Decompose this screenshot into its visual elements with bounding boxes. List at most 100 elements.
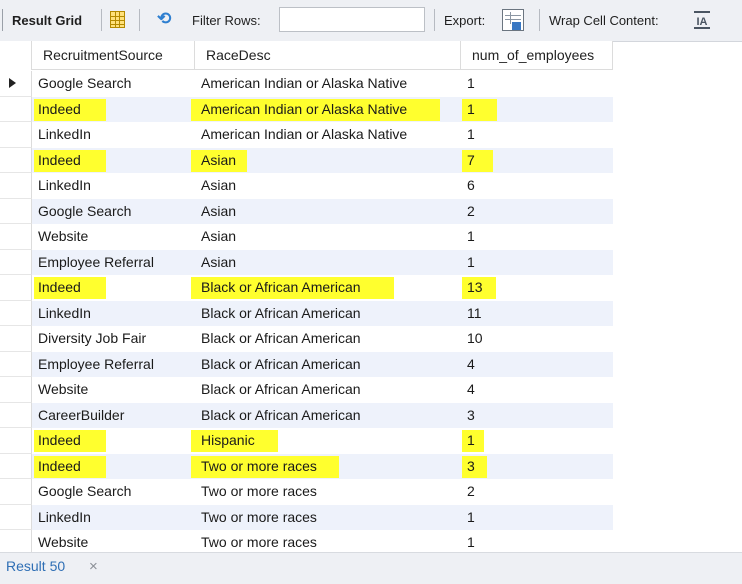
cell-race-desc[interactable]: Two or more races (195, 454, 461, 480)
cell-num-of-employees[interactable]: 7 (461, 148, 613, 174)
cell-race-desc[interactable]: Two or more races (195, 505, 461, 531)
table-row[interactable]: Website Asian 1 (0, 224, 742, 250)
wrap-text-icon[interactable]: IA (694, 11, 710, 29)
column-header-num-of-employees[interactable]: num_of_employees (461, 41, 613, 70)
row-selector[interactable] (0, 275, 32, 301)
table-row[interactable]: Indeed Hispanic 1 (0, 428, 742, 454)
table-row[interactable]: Diversity Job Fair Black or African Ameri… (0, 326, 742, 352)
current-row-indicator[interactable] (0, 71, 32, 97)
table-row[interactable]: LinkedIn American Indian or Alaska Native… (0, 122, 742, 148)
result-grid-title[interactable]: Result Grid (12, 13, 82, 28)
row-selector[interactable] (0, 300, 32, 326)
row-selector[interactable] (0, 428, 32, 454)
cell-recruitment-source[interactable]: Website (32, 224, 195, 250)
row-header-corner[interactable] (0, 41, 32, 70)
cell-num-of-employees[interactable]: 1 (461, 71, 613, 97)
cell-num-of-employees[interactable]: 1 (461, 428, 613, 454)
row-selector[interactable] (0, 377, 32, 403)
cell-recruitment-source[interactable]: Google Search (32, 479, 195, 505)
row-selector[interactable] (0, 351, 32, 377)
table-row[interactable]: Indeed Two or more races 3 (0, 453, 742, 480)
cell-recruitment-source[interactable]: LinkedIn (32, 173, 195, 199)
cell-race-desc[interactable]: Asian (195, 250, 461, 276)
cell-race-desc[interactable]: Black or African American (195, 275, 461, 301)
cell-recruitment-source[interactable]: Google Search (32, 71, 195, 97)
cell-race-desc[interactable]: Asian (195, 199, 461, 225)
cell-num-of-employees[interactable]: 1 (461, 122, 613, 148)
cell-recruitment-source[interactable]: Website (32, 530, 195, 552)
cell-recruitment-source[interactable]: Indeed (32, 97, 195, 123)
cell-num-of-employees[interactable]: 1 (461, 224, 613, 250)
cell-recruitment-source[interactable]: Employee Referral (32, 250, 195, 276)
table-row[interactable]: Website Two or more races 1 (0, 530, 742, 552)
result-tab[interactable]: Result 50 (6, 558, 65, 574)
cell-num-of-employees[interactable]: 4 (461, 352, 613, 378)
cell-num-of-employees[interactable]: 6 (461, 173, 613, 199)
row-selector[interactable] (0, 249, 32, 275)
cell-race-desc[interactable]: Black or African American (195, 301, 461, 327)
cell-race-desc[interactable]: Hispanic (195, 428, 461, 454)
cell-race-desc[interactable]: American Indian or Alaska Native (195, 97, 461, 123)
filter-rows-input[interactable] (279, 7, 425, 32)
cell-num-of-employees[interactable]: 11 (461, 301, 613, 327)
row-selector[interactable] (0, 453, 32, 479)
row-selector[interactable] (0, 504, 32, 530)
table-row[interactable]: Employee Referral Black or African Americ… (0, 351, 742, 378)
table-row[interactable]: Google Search American Indian or Alaska N… (0, 71, 742, 97)
cell-recruitment-source[interactable]: Indeed (32, 148, 195, 174)
table-row[interactable]: LinkedIn Two or more races 1 (0, 504, 742, 531)
cell-num-of-employees[interactable]: 1 (461, 530, 613, 552)
table-row[interactable]: Indeed Asian 7 (0, 147, 742, 174)
close-icon[interactable]: × (89, 558, 98, 575)
cell-race-desc[interactable]: Asian (195, 148, 461, 174)
row-selector[interactable] (0, 326, 32, 352)
cell-recruitment-source[interactable]: Indeed (32, 454, 195, 480)
cell-recruitment-source[interactable]: Indeed (32, 275, 195, 301)
row-selector[interactable] (0, 402, 32, 428)
cell-num-of-employees[interactable]: 2 (461, 199, 613, 225)
table-row[interactable]: LinkedIn Asian 6 (0, 173, 742, 199)
table-row[interactable]: Employee Referral Asian 1 (0, 249, 742, 276)
cell-recruitment-source[interactable]: Website (32, 377, 195, 403)
cell-recruitment-source[interactable]: LinkedIn (32, 301, 195, 327)
cell-num-of-employees[interactable]: 4 (461, 377, 613, 403)
result-grid[interactable]: RecruitmentSource RaceDesc num_of_employ… (0, 41, 742, 552)
row-selector[interactable] (0, 96, 32, 122)
cell-num-of-employees[interactable]: 3 (461, 454, 613, 480)
grid-view-icon[interactable] (110, 11, 125, 28)
table-row[interactable]: CareerBuilder Black or African American 3 (0, 402, 742, 429)
row-selector[interactable] (0, 224, 32, 250)
cell-recruitment-source[interactable]: Indeed (32, 428, 195, 454)
filter-refresh-icon[interactable]: ⟲ (157, 9, 177, 29)
cell-race-desc[interactable]: Black or African American (195, 377, 461, 403)
cell-race-desc[interactable]: Two or more races (195, 479, 461, 505)
cell-recruitment-source[interactable]: Employee Referral (32, 352, 195, 378)
cell-race-desc[interactable]: Black or African American (195, 403, 461, 429)
row-selector[interactable] (0, 147, 32, 173)
cell-num-of-employees[interactable]: 3 (461, 403, 613, 429)
table-row[interactable]: LinkedIn Black or African American 11 (0, 300, 742, 327)
cell-recruitment-source[interactable]: Google Search (32, 199, 195, 225)
cell-race-desc[interactable]: American Indian or Alaska Native (195, 122, 461, 148)
row-selector[interactable] (0, 173, 32, 199)
cell-num-of-employees[interactable]: 1 (461, 250, 613, 276)
cell-num-of-employees[interactable]: 2 (461, 479, 613, 505)
table-row[interactable]: Google Search Asian 2 (0, 198, 742, 225)
cell-race-desc[interactable]: Asian (195, 224, 461, 250)
table-row[interactable]: Google Search Two or more races 2 (0, 479, 742, 505)
cell-race-desc[interactable]: Black or African American (195, 326, 461, 352)
cell-num-of-employees[interactable]: 1 (461, 505, 613, 531)
cell-num-of-employees[interactable]: 13 (461, 275, 613, 301)
cell-recruitment-source[interactable]: CareerBuilder (32, 403, 195, 429)
cell-num-of-employees[interactable]: 1 (461, 97, 613, 123)
table-row[interactable]: Indeed American Indian or Alaska Native 1 (0, 96, 742, 123)
cell-race-desc[interactable]: Black or African American (195, 352, 461, 378)
cell-recruitment-source[interactable]: Diversity Job Fair (32, 326, 195, 352)
cell-num-of-employees[interactable]: 10 (461, 326, 613, 352)
cell-race-desc[interactable]: Two or more races (195, 530, 461, 552)
row-selector[interactable] (0, 198, 32, 224)
row-selector[interactable] (0, 122, 32, 148)
cell-recruitment-source[interactable]: LinkedIn (32, 122, 195, 148)
column-header-race-desc[interactable]: RaceDesc (195, 41, 461, 70)
export-icon[interactable] (502, 9, 524, 31)
